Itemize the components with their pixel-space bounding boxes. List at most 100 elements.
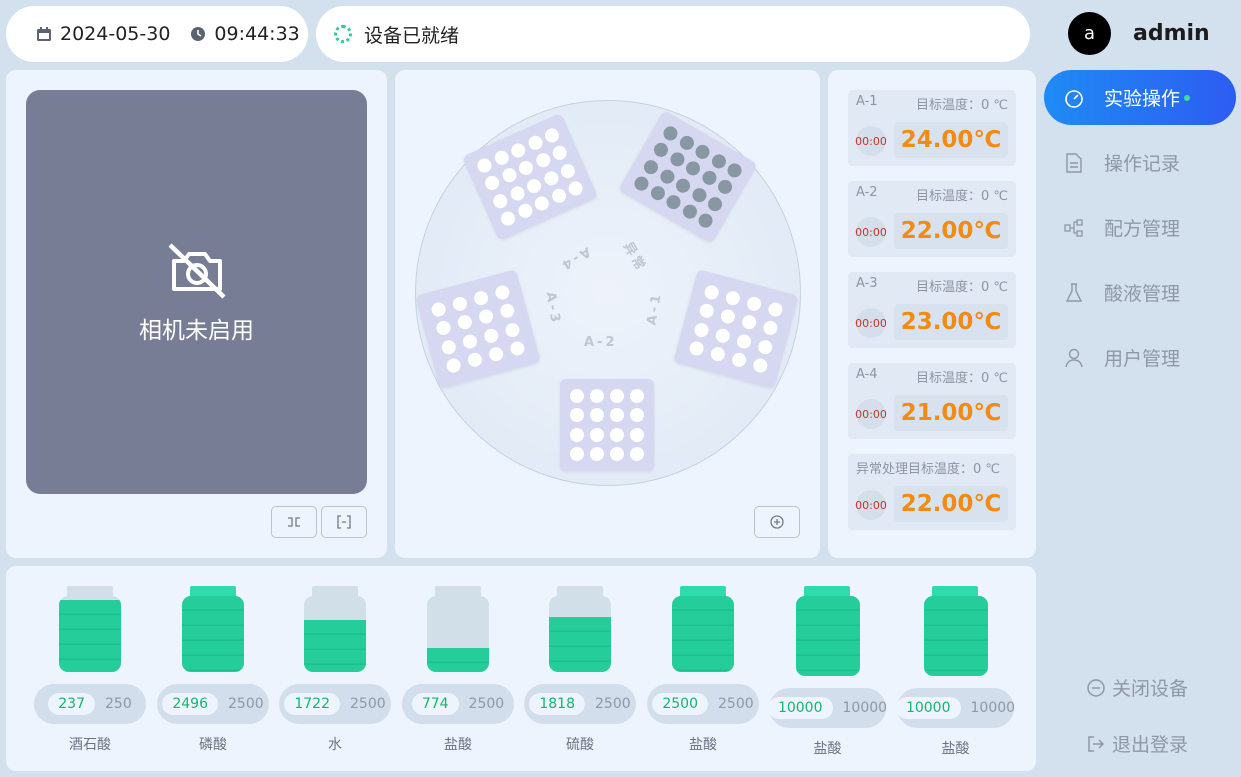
avatar[interactable]: a: [1068, 12, 1111, 55]
reagent-card-2[interactable]: 1722 2500 水: [279, 586, 391, 754]
well: [570, 427, 584, 442]
well: [610, 389, 624, 403]
nav-item-records[interactable]: 操作记录: [1044, 135, 1236, 190]
nav-item-recipes[interactable]: 配方管理: [1044, 200, 1236, 255]
calendar-icon: [37, 27, 51, 41]
reagent-bottle: [182, 586, 244, 672]
well: [703, 283, 721, 302]
well: [566, 179, 585, 198]
plate-a4[interactable]: [461, 113, 599, 241]
well: [708, 151, 729, 171]
reagent-bottle: [427, 586, 489, 672]
temp-card-a1: A-1 目标温度：0 ℃ 00:00 24.00℃: [848, 90, 1016, 166]
reagent-quantity: 2496 2500: [157, 684, 269, 724]
well: [590, 408, 604, 423]
nav-item-experiment[interactable]: 实验操作: [1044, 70, 1236, 125]
device-status-bar: 设备已就绪: [316, 6, 1030, 62]
reagent-card-7[interactable]: 10000 10000 盐酸: [895, 586, 1015, 758]
reagent-card-6[interactable]: 10000 10000 盐酸: [767, 586, 888, 758]
well: [740, 313, 758, 332]
expand-view-button[interactable]: [321, 506, 367, 538]
flowchart-icon: [1064, 218, 1083, 237]
well: [487, 345, 505, 363]
temp-card-a4: A-4 目标温度：0 ℃ 00:00 21.00℃: [848, 363, 1016, 439]
side-nav: 实验操作 操作记录 配方管理 酸液管理 用户管理: [1044, 70, 1236, 395]
temp-card-a3: A-3 目标温度：0 ℃ 00:00 23.00℃: [848, 272, 1016, 348]
well: [663, 192, 684, 212]
flask-icon: [1065, 282, 1083, 302]
plate-a2[interactable]: [560, 379, 654, 471]
username: admin: [1133, 21, 1210, 46]
temp-target: 目标温度：0 ℃: [915, 280, 1008, 295]
reagent-capacity: 250: [105, 696, 132, 712]
plate-a3[interactable]: [415, 269, 541, 389]
well: [503, 321, 521, 339]
well: [472, 289, 490, 307]
reagent-current: 10000: [895, 697, 961, 719]
well: [631, 174, 652, 194]
active-dot: [1184, 94, 1191, 101]
well: [756, 338, 774, 356]
well: [435, 319, 453, 337]
camera-panel: 相机未启用: [6, 70, 387, 558]
reagent-capacity: 10000: [842, 700, 888, 716]
temp-target: 目标温度：0 ℃: [915, 189, 1008, 204]
well: [461, 332, 479, 350]
well: [610, 408, 624, 423]
reagent-capacity: 2500: [718, 696, 754, 712]
temp-card-abnormal: 异常处理 目标温度：0 ℃ 00:00 22.00℃: [848, 454, 1016, 530]
well: [735, 332, 753, 350]
well: [715, 177, 735, 197]
nav-label: 用户管理: [1104, 348, 1181, 370]
temp-slot-name: A-3: [856, 276, 878, 291]
temp-timer: 00:00: [855, 399, 887, 429]
reagent-current: 774: [411, 693, 459, 715]
well: [533, 151, 553, 170]
reagent-card-4[interactable]: 1818 2500 硫酸: [524, 586, 636, 754]
well: [689, 185, 709, 205]
well: [508, 339, 526, 358]
well: [651, 140, 671, 160]
plate-abnormal[interactable]: [618, 110, 758, 244]
reagent-card-1[interactable]: 2496 2500 磷酸: [157, 586, 269, 754]
reagent-current: 1818: [529, 693, 585, 715]
reagent-name: 盐酸: [444, 737, 472, 753]
locate-button[interactable]: [754, 506, 800, 538]
well: [630, 447, 644, 461]
loading-ring-icon: [334, 25, 352, 43]
logout-button[interactable]: 退出登录: [1086, 730, 1188, 757]
nav-item-acids[interactable]: 酸液管理: [1044, 265, 1236, 320]
well: [549, 186, 568, 206]
camera-view: 相机未启用: [26, 90, 367, 494]
well: [498, 209, 518, 228]
well: [751, 356, 769, 375]
reagent-card-3[interactable]: 774 2500 盐酸: [402, 586, 514, 754]
shutdown-button[interactable]: 关闭设备: [1086, 674, 1188, 701]
nav-item-users[interactable]: 用户管理: [1044, 330, 1236, 385]
well: [542, 126, 562, 145]
reagent-quantity: 1722 2500: [279, 684, 391, 724]
well: [570, 389, 584, 403]
expand-icon: [337, 515, 351, 529]
slot-label-abnormal: 异常: [619, 239, 649, 276]
reagent-card-5[interactable]: 2500 2500 盐酸: [647, 586, 759, 754]
well: [558, 161, 577, 181]
reagent-card-0[interactable]: 237 250 酒石酸: [34, 586, 146, 754]
plate-a1[interactable]: [673, 269, 799, 389]
well: [541, 169, 561, 188]
user-profile[interactable]: a admin: [1068, 12, 1210, 55]
rotary-tray[interactable]: A-4 异常 A-3 A-1 A-2: [415, 100, 801, 486]
well: [456, 313, 474, 332]
well: [761, 319, 779, 337]
shrink-view-button[interactable]: [271, 506, 317, 538]
document-icon: [1066, 152, 1082, 173]
well: [610, 427, 624, 442]
reagent-name: 盐酸: [813, 741, 842, 757]
temp-value: 22.00℃: [894, 486, 1008, 522]
reagent-quantity: 237 250: [34, 684, 146, 724]
nav-label: 操作记录: [1104, 153, 1181, 175]
reagent-quantity: 774 2500: [402, 684, 514, 724]
well: [695, 211, 716, 231]
well: [660, 123, 681, 143]
device-status-text: 设备已就绪: [364, 24, 460, 47]
